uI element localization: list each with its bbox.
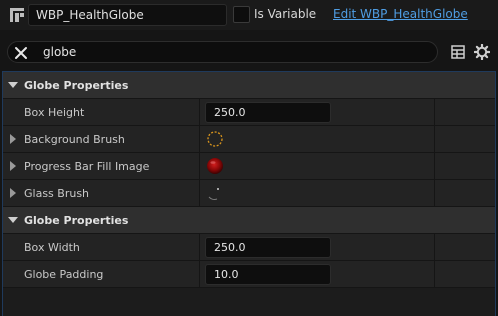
category-globe-properties[interactable]: Globe Properties [3,72,495,99]
details-header: WBP_HealthGlobe Is Variable Edit WBP_Hea… [0,0,498,30]
widget-type-icon [10,8,24,22]
property-label: Background Brush [24,133,125,146]
category-globe-properties[interactable]: Globe Properties [3,207,495,234]
dashed-ring-thumbnail[interactable] [206,130,224,148]
expand-arrow-icon[interactable] [10,188,16,198]
property-row-glass-brush: Glass Brush [3,180,495,207]
globe-padding-input[interactable]: 10.0 [205,264,331,285]
column-divider [434,126,435,153]
column-divider [434,180,435,207]
expand-arrow-icon[interactable] [10,161,16,171]
box-width-input[interactable]: 250.0 [205,237,331,258]
collapse-arrow-icon[interactable] [8,82,18,88]
property-row-progress-bar-fill-image: Progress Bar Fill Image [3,153,495,180]
property-row-background-brush: Background Brush [3,126,495,153]
column-divider [434,99,435,126]
box-height-input[interactable]: 250.0 [205,102,331,123]
property-label: Box Height [24,106,85,119]
property-label: Progress Bar Fill Image [24,160,150,173]
column-divider[interactable] [199,180,200,207]
property-label: Globe Padding [24,268,104,281]
column-divider [434,234,435,261]
column-divider[interactable] [199,153,200,180]
column-divider [434,153,435,180]
property-row-box-height: Box Height 250.0 [3,99,495,126]
column-divider[interactable] [199,261,200,288]
is-variable-checkbox[interactable] [233,6,250,23]
search-input[interactable]: globe [7,41,438,63]
gear-icon[interactable] [474,44,490,60]
expand-arrow-icon[interactable] [10,134,16,144]
collapse-arrow-icon[interactable] [8,217,18,223]
details-panel: Globe Properties Box Height 250.0 Backgr… [2,71,496,316]
property-label: Box Width [24,241,80,254]
property-row-globe-padding: Globe Padding 10.0 [3,261,495,288]
edit-widget-link[interactable]: Edit WBP_HealthGlobe [333,7,468,21]
panel-empty-area [3,288,495,316]
column-divider[interactable] [199,126,200,153]
property-row-box-width: Box Width 250.0 [3,234,495,261]
close-icon[interactable] [14,46,28,60]
table-view-icon[interactable] [451,45,465,59]
glass-arc-thumbnail[interactable] [206,184,224,202]
column-divider[interactable] [199,234,200,261]
is-variable-label: Is Variable [254,7,317,21]
red-orb-thumbnail[interactable] [206,157,224,175]
search-text: globe [43,45,77,59]
column-divider [434,261,435,288]
widget-name-field[interactable]: WBP_HealthGlobe [28,4,227,26]
category-title: Globe Properties [24,214,129,227]
property-label: Glass Brush [24,187,90,200]
column-divider[interactable] [199,99,200,126]
category-title: Globe Properties [24,79,129,92]
